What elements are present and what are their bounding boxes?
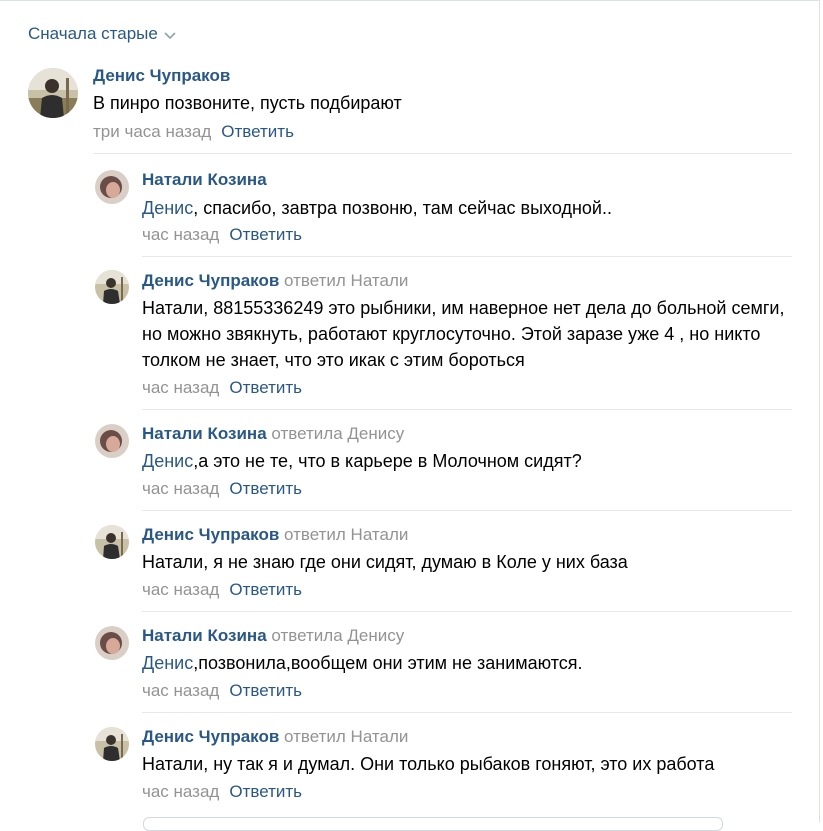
- author-name[interactable]: Натали Козина: [142, 626, 267, 645]
- avatar[interactable]: [95, 525, 129, 559]
- sort-label: Сначала старые: [28, 24, 158, 43]
- reply-to-label[interactable]: ответил Натали: [284, 727, 408, 746]
- text-body: ,а это не те, что в карьере в Молочном с…: [193, 451, 582, 471]
- comment-author[interactable]: Натали Козина: [142, 170, 267, 190]
- reply-button[interactable]: Ответить: [229, 782, 302, 801]
- text-body: Натали, ну так я и думал. Они только рыб…: [142, 754, 715, 774]
- author-name[interactable]: Денис Чупраков: [142, 525, 279, 544]
- text-body: Натали, 88155336249 это рыбники, им наве…: [142, 298, 785, 370]
- author-name[interactable]: Денис Чупраков: [142, 727, 279, 746]
- comment-text: Натали, ну так я и думал. Они только рыб…: [142, 751, 714, 777]
- divider: [142, 256, 792, 257]
- avatar[interactable]: [28, 68, 78, 118]
- comment-text: Денис,позвонила,вообщем они этим не зани…: [142, 650, 583, 676]
- divider: [142, 409, 792, 410]
- comment-meta: час назад Ответить: [142, 782, 302, 802]
- comment-author[interactable]: Денис Чупраков: [93, 66, 230, 86]
- author-name[interactable]: Натали Козина: [142, 170, 267, 189]
- reply-to-label[interactable]: ответила Денису: [271, 424, 404, 443]
- comment-author: Натали Козина ответила Денису: [142, 626, 404, 646]
- comment-time[interactable]: час назад: [142, 782, 219, 801]
- comment-meta: час назад Ответить: [142, 681, 302, 701]
- comment-time[interactable]: три часа назад: [93, 122, 211, 141]
- avatar[interactable]: [95, 270, 129, 304]
- reply-input-field[interactable]: [143, 817, 723, 831]
- avatar[interactable]: [95, 626, 129, 660]
- comment-text: Натали, 88155336249 это рыбники, им наве…: [142, 295, 792, 373]
- avatar[interactable]: [95, 170, 129, 204]
- comment-text: Денис, спасибо, завтра позвоню, там сейч…: [142, 195, 612, 221]
- reply-button[interactable]: Ответить: [229, 225, 302, 244]
- reply-button[interactable]: Ответить: [229, 479, 302, 498]
- divider: [142, 712, 792, 713]
- comment-author: Денис Чупраков ответил Натали: [142, 525, 408, 545]
- reply-to-label[interactable]: ответила Денису: [271, 626, 404, 645]
- reply-button[interactable]: Ответить: [229, 378, 302, 397]
- comment-author: Натали Козина ответила Денису: [142, 424, 404, 444]
- reply-button[interactable]: Ответить: [229, 580, 302, 599]
- divider: [142, 611, 792, 612]
- comment-text: Денис,а это не те, что в карьере в Молоч…: [142, 448, 582, 474]
- text-body: , спасибо, завтра позвоню, там сейчас вы…: [193, 198, 612, 218]
- mention-link[interactable]: Денис: [142, 451, 193, 471]
- comment-meta: час назад Ответить: [142, 479, 302, 499]
- divider: [93, 153, 792, 154]
- mention-link[interactable]: Денис: [142, 653, 193, 673]
- mention-link[interactable]: Денис: [142, 198, 193, 218]
- sort-dropdown[interactable]: Сначала старые: [28, 24, 176, 44]
- comment-meta: час назад Ответить: [142, 378, 302, 398]
- comment-time[interactable]: час назад: [142, 479, 219, 498]
- comment-meta: час назад Ответить: [142, 580, 302, 600]
- comment-time[interactable]: час назад: [142, 378, 219, 397]
- author-name[interactable]: Натали Козина: [142, 424, 267, 443]
- comment-meta: час назад Ответить: [142, 225, 302, 245]
- reply-to-label[interactable]: ответил Натали: [284, 525, 408, 544]
- reply-to-label[interactable]: ответил Натали: [284, 271, 408, 290]
- reply-button[interactable]: Ответить: [229, 681, 302, 700]
- comment-time[interactable]: час назад: [142, 580, 219, 599]
- text-body: ,позвонила,вообщем они этим не занимаютс…: [193, 653, 583, 673]
- comment-author: Денис Чупраков ответил Натали: [142, 271, 408, 291]
- comment-author: Денис Чупраков ответил Натали: [142, 727, 408, 747]
- divider: [142, 510, 792, 511]
- author-name[interactable]: Денис Чупраков: [142, 271, 279, 290]
- text-body: Натали, я не знаю где они сидят, думаю в…: [142, 552, 628, 572]
- comment-text: Натали, я не знаю где они сидят, думаю в…: [142, 549, 628, 575]
- chevron-down-icon: [164, 31, 176, 39]
- avatar[interactable]: [95, 727, 129, 761]
- comment-meta: три часа назад Ответить: [93, 122, 294, 142]
- reply-button[interactable]: Ответить: [221, 122, 294, 141]
- comment-time[interactable]: час назад: [142, 681, 219, 700]
- comment-text: В пинро позвоните, пусть подбирают: [93, 93, 402, 113]
- comment-time[interactable]: час назад: [142, 225, 219, 244]
- avatar[interactable]: [95, 424, 129, 458]
